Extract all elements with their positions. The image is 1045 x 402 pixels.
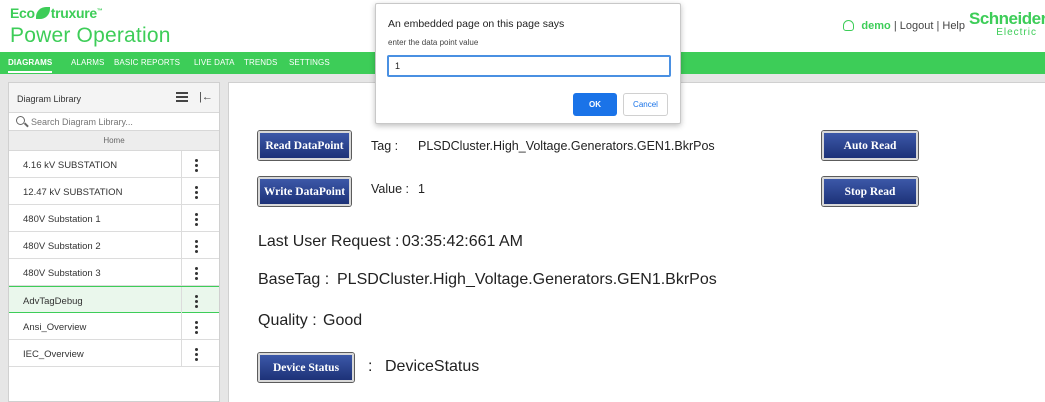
write-datapoint-button[interactable]: Write DataPoint xyxy=(258,177,351,206)
library-item-label: AdvTagDebug xyxy=(23,296,83,307)
more-options-icon[interactable] xyxy=(181,340,211,367)
tag-value: PLSDCluster.High_Voltage.Generators.GEN1… xyxy=(418,139,715,153)
more-options-icon[interactable] xyxy=(181,313,211,340)
diagram-library-title: Diagram Library xyxy=(17,94,82,104)
more-options-icon[interactable] xyxy=(181,232,211,259)
separator: | xyxy=(936,20,940,32)
quality-value: Good xyxy=(323,312,363,329)
more-options-icon[interactable] xyxy=(181,178,211,205)
nav-basic-reports[interactable]: BASIC REPORTS xyxy=(114,58,180,67)
username[interactable]: demo xyxy=(861,20,890,32)
collapse-panel-icon[interactable]: |← xyxy=(199,91,213,103)
library-item[interactable]: Ansi_Overview xyxy=(9,313,219,340)
more-options-icon[interactable] xyxy=(181,205,211,232)
library-item-label: 480V Substation 3 xyxy=(23,268,101,279)
basetag-value: PLSDCluster.High_Voltage.Generators.GEN1… xyxy=(337,271,717,288)
brand-eco: Eco xyxy=(10,5,35,21)
ecostruxure-logo: Eco truxure™ xyxy=(10,5,103,21)
logo-line2: Electric xyxy=(996,27,1037,38)
library-item[interactable]: 4.16 kV SUBSTATION xyxy=(9,151,219,178)
library-item-label: Ansi_Overview xyxy=(23,322,87,333)
device-status-value: DeviceStatus xyxy=(385,358,480,375)
library-home[interactable]: Home xyxy=(9,131,219,151)
dialog-title: An embedded page on this page says xyxy=(388,18,565,30)
separator: | xyxy=(893,20,897,32)
tag-label: Tag : xyxy=(371,139,399,153)
prompt-dialog: An embedded page on this page says enter… xyxy=(375,3,681,124)
library-item[interactable]: IEC_Overview xyxy=(9,340,219,367)
search-icon xyxy=(16,116,25,125)
menu-icon[interactable] xyxy=(176,92,188,102)
nav-alarms[interactable]: ALARMS xyxy=(71,58,105,67)
value-value: 1 xyxy=(418,182,425,196)
cancel-button[interactable]: Cancel xyxy=(623,93,668,116)
nav-settings[interactable]: SETTINGS xyxy=(289,58,330,67)
device-status-button[interactable]: Device Status xyxy=(258,353,354,382)
library-item-label: 480V Substation 2 xyxy=(23,241,101,252)
library-item-selected[interactable]: AdvTagDebug xyxy=(9,286,219,314)
library-search-input[interactable] xyxy=(31,115,211,128)
ok-button[interactable]: OK xyxy=(573,93,617,116)
more-options-icon[interactable] xyxy=(181,151,211,178)
device-status-separator: : xyxy=(368,358,373,375)
library-item-label: IEC_Overview xyxy=(23,349,84,360)
quality-label: Quality : xyxy=(258,312,317,329)
more-options-icon[interactable] xyxy=(181,287,211,314)
stop-read-button[interactable]: Stop Read xyxy=(822,177,918,206)
nav-live-data[interactable]: LIVE DATA xyxy=(194,58,235,67)
dialog-value-input[interactable] xyxy=(387,55,671,77)
last-request-value: 03:35:42:661 AM xyxy=(402,233,523,250)
diagram-library-panel: Diagram Library |← Home 4.16 kV SUBSTATI… xyxy=(8,82,220,402)
leaf-icon xyxy=(35,7,50,19)
more-options-icon[interactable] xyxy=(181,259,211,286)
help-link[interactable]: Help xyxy=(942,20,965,32)
diagram-library-header: Diagram Library |← xyxy=(9,83,219,113)
nav-trends[interactable]: TRENDS xyxy=(244,58,278,67)
app-name: Power Operation xyxy=(10,24,171,47)
library-item-label: 480V Substation 1 xyxy=(23,214,101,225)
user-icon xyxy=(843,20,855,31)
logo-line1: Schneider xyxy=(969,9,1045,28)
brand-struxure: truxure xyxy=(50,5,97,21)
brand-trademark: ™ xyxy=(96,8,103,15)
library-item-label: 12.47 kV SUBSTATION xyxy=(23,187,123,198)
nav-diagrams[interactable]: DIAGRAMS xyxy=(8,58,53,73)
library-item[interactable]: 480V Substation 1 xyxy=(9,205,219,232)
basetag-label: BaseTag : xyxy=(258,271,330,288)
library-item[interactable]: 480V Substation 2 xyxy=(9,232,219,259)
library-search xyxy=(9,113,219,131)
dialog-message: enter the data point value xyxy=(388,38,479,47)
logout-link[interactable]: Logout xyxy=(900,20,934,32)
last-request-label: Last User Request : xyxy=(258,233,400,250)
library-item[interactable]: 480V Substation 3 xyxy=(9,259,219,286)
schneider-electric-logo: Schneider Electric xyxy=(969,9,1045,40)
read-datapoint-button[interactable]: Read DataPoint xyxy=(258,131,351,160)
user-area: demo | Logout | Help xyxy=(843,20,965,32)
library-item-label: 4.16 kV SUBSTATION xyxy=(23,160,118,171)
value-label: Value : xyxy=(371,182,409,196)
library-item[interactable]: 12.47 kV SUBSTATION xyxy=(9,178,219,205)
auto-read-button[interactable]: Auto Read xyxy=(822,131,918,160)
